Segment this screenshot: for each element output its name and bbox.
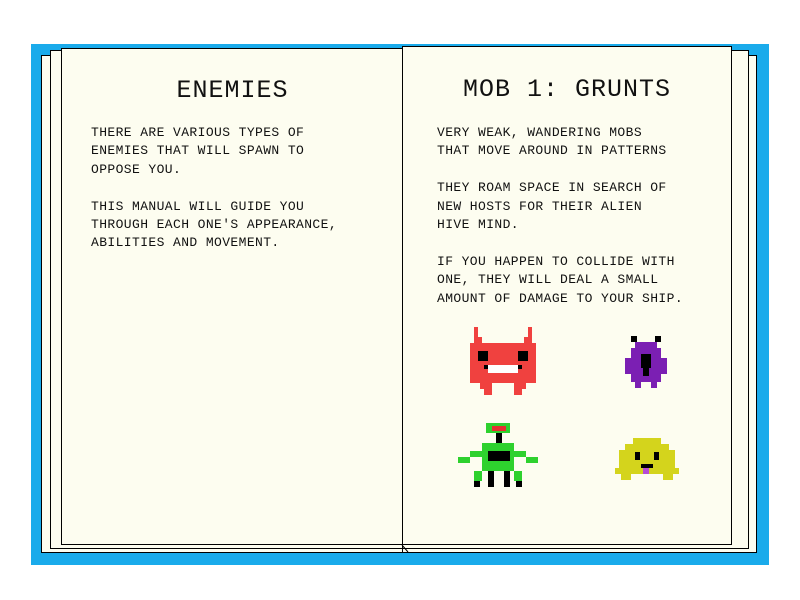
right-page: MOB 1: GRUNTS VERY WEAK, WANDERING MOBS … xyxy=(402,46,732,545)
left-page-title: ENEMIES xyxy=(176,76,289,105)
red-grunt-sprite xyxy=(470,327,536,395)
left-paragraph: THIS MANUAL WILL GUIDE YOU THROUGH EACH … xyxy=(91,198,338,251)
right-paragraph: IF YOU HAPPEN TO COLLIDE WITH ONE, THEY … xyxy=(437,253,684,306)
green-grunt-sprite xyxy=(458,423,538,487)
left-page: ENEMIES THERE ARE VARIOUS TYPES OF ENEMI… xyxy=(61,48,404,545)
right-page-body: VERY WEAK, WANDERING MOBS THAT MOVE AROU… xyxy=(437,124,731,326)
purple-grunt-sprite xyxy=(625,336,667,388)
yellow-grunt-sprite xyxy=(615,438,679,480)
page-fold xyxy=(401,544,409,553)
right-page-title: MOB 1: GRUNTS xyxy=(462,75,672,104)
left-paragraph: THERE ARE VARIOUS TYPES OF ENEMIES THAT … xyxy=(91,125,305,177)
right-paragraph: VERY WEAK, WANDERING MOBS THAT MOVE AROU… xyxy=(437,125,667,159)
left-page-body: THERE ARE VARIOUS TYPES OF ENEMIES THAT … xyxy=(91,124,401,271)
right-paragraph: THEY ROAM SPACE IN SEARCH OF NEW HOSTS F… xyxy=(437,180,667,233)
